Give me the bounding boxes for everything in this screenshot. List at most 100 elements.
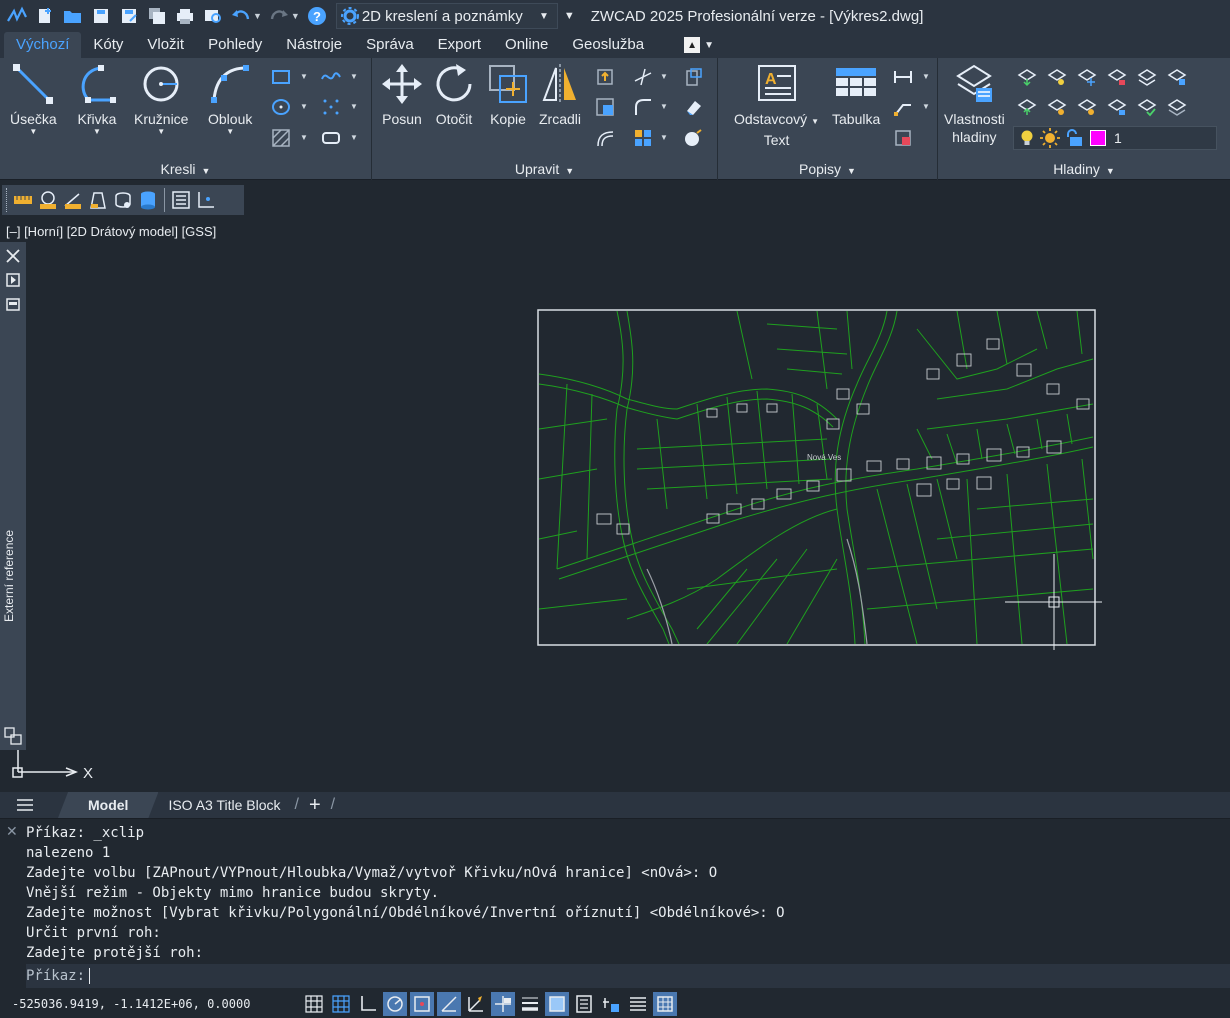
open-file-icon[interactable] <box>62 5 84 27</box>
layer-lock-icon[interactable] <box>1106 66 1128 88</box>
ellipse-button[interactable] <box>270 96 292 118</box>
linear-dimension-button[interactable] <box>892 66 914 88</box>
tab-pohledy[interactable]: Pohledy <box>196 32 274 58</box>
mass-properties-icon[interactable] <box>137 189 159 211</box>
viewport-controls[interactable]: [–] [Horní] [2D Drátový model] [GSS] <box>6 224 216 239</box>
scale-button[interactable] <box>594 96 616 118</box>
layer-isolate-icon[interactable] <box>1166 66 1188 88</box>
customize-quick-access-icon[interactable]: ▼ <box>564 10 575 22</box>
new-file-icon[interactable] <box>34 5 56 27</box>
auto-hide-icon[interactable] <box>3 270 23 290</box>
tab-export[interactable]: Export <box>426 32 493 58</box>
table-style-button[interactable] <box>892 127 914 149</box>
panel-upravit-title[interactable]: Upravit ▼ <box>372 158 717 180</box>
mtext-button[interactable]: A Odstavcový ▼ Text <box>734 62 819 149</box>
object-snap-icon[interactable] <box>410 992 434 1016</box>
chevron-down-icon[interactable]: ▼ <box>350 102 358 111</box>
cursor-coordinates[interactable]: -525036.9419, -1.1412E+06, 0.0000 <box>12 997 302 1011</box>
chevron-down-icon[interactable]: ▼ <box>660 72 668 81</box>
layer-freeze-icon[interactable] <box>1076 66 1098 88</box>
move-button[interactable]: Posun <box>380 62 424 128</box>
tab-vlozit[interactable]: Vložit <box>135 32 196 58</box>
model-space-icon[interactable] <box>653 992 677 1016</box>
undo-dropdown-icon[interactable]: ▼ <box>253 11 262 21</box>
point-button[interactable] <box>320 96 342 118</box>
selection-cycling-icon[interactable] <box>572 992 596 1016</box>
layer-unlock-icon[interactable] <box>1106 96 1128 118</box>
fillet-button[interactable] <box>632 96 654 118</box>
save-icon[interactable] <box>90 5 112 27</box>
layer-tool-icon[interactable] <box>1016 66 1038 88</box>
help-icon[interactable]: ? <box>306 5 328 27</box>
chevron-down-icon[interactable]: ▼ <box>300 102 308 111</box>
leader-button[interactable] <box>892 96 914 118</box>
circle-button[interactable]: Kružnice ▼ <box>134 62 188 136</box>
tab-model[interactable]: Model <box>58 792 159 818</box>
erase-button[interactable] <box>682 66 704 88</box>
locate-point-icon[interactable] <box>195 189 217 211</box>
dynamic-input-icon[interactable] <box>491 992 515 1016</box>
offset-button[interactable] <box>594 127 616 149</box>
redo-icon[interactable] <box>268 5 290 27</box>
layer-walk-icon[interactable] <box>1136 66 1158 88</box>
ortho-mode-icon[interactable] <box>356 992 380 1016</box>
layer-off-icon[interactable] <box>1046 66 1068 88</box>
chevron-down-icon[interactable]: ▼ <box>660 102 668 111</box>
measure-area-icon[interactable] <box>87 189 109 211</box>
mirror-button[interactable]: Zrcadli <box>538 62 582 128</box>
hamburger-menu-icon[interactable] <box>16 798 34 812</box>
layer-state-icon[interactable] <box>1166 96 1188 118</box>
hatch-button[interactable] <box>270 127 292 149</box>
layer-on-icon[interactable] <box>1046 96 1068 118</box>
save-all-icon[interactable] <box>146 5 168 27</box>
ribbon-minimize-button[interactable]: ▲ ▼ <box>684 32 714 58</box>
drawing-viewport[interactable]: [–] [Horní] [2D Drátový model] [GSS] Ext… <box>0 218 1230 792</box>
close-icon[interactable] <box>3 246 23 266</box>
rectangle-button[interactable] <box>270 66 292 88</box>
measure-radius-icon[interactable] <box>37 189 59 211</box>
line-button[interactable]: Úsečka ▼ <box>10 62 57 136</box>
snap-mode-icon[interactable] <box>329 992 353 1016</box>
redo-dropdown-icon[interactable]: ▼ <box>291 11 300 21</box>
toolbar-grip[interactable] <box>6 188 9 212</box>
region-mass-icon[interactable] <box>112 189 134 211</box>
table-button[interactable]: Tabulka <box>832 62 880 128</box>
tab-nastroje[interactable]: Nástroje <box>274 32 354 58</box>
arc-button[interactable]: Oblouk ▼ <box>208 62 252 136</box>
trim-button[interactable] <box>632 66 654 88</box>
chevron-down-icon[interactable]: ▼ <box>350 72 358 81</box>
list-icon[interactable] <box>170 189 192 211</box>
lineweight-display-icon[interactable] <box>626 992 650 1016</box>
annotation-monitor-icon[interactable] <box>599 992 623 1016</box>
measure-angle-icon[interactable] <box>62 189 84 211</box>
close-icon[interactable]: ✕ <box>6 823 18 840</box>
panel-kresli-title[interactable]: Kresli ▼ <box>0 158 371 180</box>
layer-dropdown[interactable]: 1 <box>1013 126 1217 150</box>
app-logo-icon[interactable] <box>6 5 28 27</box>
tab-iso-a3-title-block[interactable]: ISO A3 Title Block <box>158 792 290 818</box>
object-snap-tracking-icon[interactable] <box>437 992 461 1016</box>
add-layout-button[interactable]: + <box>309 794 321 817</box>
tab-geosluzba[interactable]: Geoslužba <box>560 32 656 58</box>
command-input[interactable]: Příkaz: <box>26 964 1230 988</box>
save-as-icon[interactable] <box>118 5 140 27</box>
lineweight-icon[interactable] <box>518 992 542 1016</box>
array-button[interactable] <box>632 127 654 149</box>
spline-button[interactable] <box>320 66 342 88</box>
chevron-down-icon[interactable]: ▼ <box>922 72 930 81</box>
print-icon[interactable] <box>174 5 196 27</box>
layer-thaw-icon[interactable] <box>1076 96 1098 118</box>
grid-display-icon[interactable] <box>302 992 326 1016</box>
chevron-down-icon[interactable]: ▼ <box>300 72 308 81</box>
panel-popisy-title[interactable]: Popisy ▼ <box>718 158 937 180</box>
measure-distance-icon[interactable] <box>12 189 34 211</box>
chevron-down-icon[interactable]: ▼ <box>660 133 668 142</box>
chevron-down-icon[interactable]: ▼ <box>350 133 358 142</box>
tab-koty[interactable]: Kóty <box>81 32 135 58</box>
revision-cloud-button[interactable] <box>320 127 342 149</box>
tab-vychozi[interactable]: Výchozí <box>4 32 82 58</box>
rotate-button[interactable]: Otočit <box>432 62 476 128</box>
chevron-down-icon[interactable]: ▼ <box>922 102 930 111</box>
layer-properties-button[interactable]: Vlastnosti hladiny <box>944 62 1005 146</box>
panel-hladiny-title[interactable]: Hladiny ▼ <box>938 158 1230 180</box>
